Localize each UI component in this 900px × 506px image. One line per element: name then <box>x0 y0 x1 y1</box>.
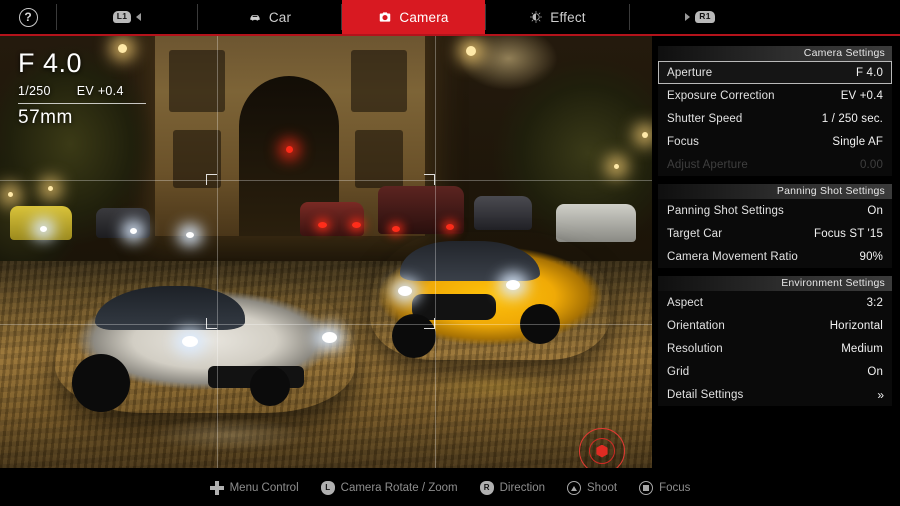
setting-row-camera-movement-ratio[interactable]: Camera Movement Ratio 90% <box>658 245 892 268</box>
hud-shutter-speed: 1/250 <box>18 84 51 98</box>
tab-car-label: Car <box>268 9 292 25</box>
af-bracket <box>424 318 435 329</box>
setting-value: On <box>867 365 883 378</box>
tab-effect[interactable]: Effect <box>486 0 629 34</box>
question-mark-circle-icon: ? <box>18 7 38 27</box>
setting-label: Target Car <box>667 227 723 240</box>
r1-bumper-label: R1 <box>695 11 715 23</box>
setting-label: Adjust Aperture <box>667 158 748 171</box>
af-bracket <box>206 174 217 185</box>
af-bracket <box>424 174 435 185</box>
hint-direction[interactable]: R Direction <box>479 481 545 495</box>
top-tab-bar: ? L1 Car Camera Effect R1 <box>0 0 900 34</box>
setting-value: 0.00 <box>860 158 883 171</box>
exposure-hud: F 4.0 1/250 EV +0.4 57mm <box>18 50 146 129</box>
camera-icon <box>380 12 391 22</box>
setting-row-orientation[interactable]: Orientation Horizontal <box>658 314 892 337</box>
shoot-button[interactable]: Shoot <box>571 428 633 468</box>
car-icon <box>250 15 260 21</box>
photo-mode-screen: ? L1 Car Camera Effect R1 F 4.0 1/250 EV… <box>0 0 900 506</box>
setting-value: F 4.0 <box>856 66 883 79</box>
triangle-button-icon <box>567 481 581 495</box>
hud-focal-length: 57mm <box>18 107 73 128</box>
setting-value: 3:2 <box>866 296 883 309</box>
setting-row-adjust-aperture: Adjust Aperture 0.00 <box>658 153 892 176</box>
panel-title: Environment Settings <box>658 276 892 291</box>
setting-row-target-car[interactable]: Target Car Focus ST '15 <box>658 222 892 245</box>
setting-label: Orientation <box>667 319 725 332</box>
hud-exposure-correction: EV +0.4 <box>76 84 124 98</box>
setting-row-resolution[interactable]: Resolution Medium <box>658 337 892 360</box>
setting-value: On <box>867 204 883 217</box>
hint-focus[interactable]: Focus <box>639 481 690 495</box>
panel-camera-settings: Camera Settings Aperture F 4.0 Exposure … <box>658 46 892 176</box>
aperture-shutter-icon <box>589 438 615 464</box>
prev-page-bumper[interactable]: L1 <box>57 0 197 34</box>
tab-effect-label: Effect <box>550 9 586 25</box>
dpad-icon <box>209 481 224 495</box>
panel-environment-settings: Environment Settings Aspect 3:2 Orientat… <box>658 276 892 406</box>
setting-label: Detail Settings <box>667 388 744 401</box>
setting-row-aspect[interactable]: Aspect 3:2 <box>658 291 892 314</box>
setting-value: Single AF <box>832 135 883 148</box>
grid-line-vertical <box>217 36 218 468</box>
chevron-double-right-icon: » <box>877 387 884 402</box>
setting-row-focus[interactable]: Focus Single AF <box>658 130 892 153</box>
hud-aperture: F 4.0 <box>18 48 83 78</box>
setting-row-shutter-speed[interactable]: Shutter Speed 1 / 250 sec. <box>658 107 892 130</box>
setting-label: Grid <box>667 365 690 378</box>
setting-row-panning-shot-settings[interactable]: Panning Shot Settings On <box>658 199 892 222</box>
setting-value: Focus ST '15 <box>814 227 883 240</box>
setting-row-exposure-correction[interactable]: Exposure Correction EV +0.4 <box>658 84 892 107</box>
setting-row-detail-settings[interactable]: Detail Settings » <box>658 383 892 406</box>
setting-label: Camera Movement Ratio <box>667 250 798 263</box>
hint-label: Focus <box>659 482 691 494</box>
setting-row-grid[interactable]: Grid On <box>658 360 892 383</box>
left-stick-icon: L <box>320 481 335 495</box>
hint-shoot[interactable]: Shoot <box>567 481 617 495</box>
setting-value: 90% <box>859 250 883 263</box>
right-triangle-icon <box>685 13 691 21</box>
l1-bumper-label: L1 <box>112 11 132 23</box>
hint-camera-rotate-zoom[interactable]: L Camera Rotate / Zoom <box>320 481 458 495</box>
settings-panels: Camera Settings Aperture F 4.0 Exposure … <box>658 46 892 414</box>
setting-label: Resolution <box>667 342 723 355</box>
panel-title: Panning Shot Settings <box>658 184 892 199</box>
right-stick-icon: R <box>479 481 494 495</box>
next-page-bumper[interactable]: R1 <box>630 0 770 34</box>
tab-car[interactable]: Car <box>198 0 341 34</box>
square-button-icon <box>639 481 654 495</box>
panel-title: Camera Settings <box>658 46 892 61</box>
setting-label: Exposure Correction <box>667 89 775 102</box>
grid-line-horizontal <box>0 180 652 181</box>
brightness-icon <box>530 11 543 23</box>
shutter-ring <box>579 428 625 468</box>
camera-viewfinder[interactable]: F 4.0 1/250 EV +0.4 57mm Shoot <box>0 36 652 468</box>
setting-row-aperture[interactable]: Aperture F 4.0 <box>658 61 892 84</box>
hint-menu-control[interactable]: Menu Control <box>209 481 299 495</box>
hint-label: Camera Rotate / Zoom <box>340 482 458 494</box>
setting-label: Focus <box>667 135 700 148</box>
setting-label: Panning Shot Settings <box>667 204 784 217</box>
setting-label: Aspect <box>667 296 704 309</box>
hud-divider <box>18 103 146 104</box>
setting-value: Medium <box>841 342 883 355</box>
setting-value: 1 / 250 sec. <box>821 112 883 125</box>
hint-label: Menu Control <box>229 482 299 494</box>
af-bracket <box>206 318 217 329</box>
panel-panning-shot-settings: Panning Shot Settings Panning Shot Setti… <box>658 184 892 268</box>
setting-value: EV +0.4 <box>840 89 883 102</box>
hint-label: Direction <box>499 482 545 494</box>
setting-value: Horizontal <box>829 319 883 332</box>
grid-line-horizontal <box>0 324 652 325</box>
button-hint-bar: Menu Control L Camera Rotate / Zoom R Di… <box>0 470 900 506</box>
hint-label: Shoot <box>587 482 618 494</box>
tab-camera[interactable]: Camera <box>342 0 485 34</box>
tab-camera-label: Camera <box>399 9 449 25</box>
grid-line-vertical <box>435 36 436 468</box>
left-triangle-icon <box>136 13 142 21</box>
setting-label: Shutter Speed <box>667 112 743 125</box>
help-button[interactable]: ? <box>0 0 56 34</box>
setting-label: Aperture <box>667 66 713 79</box>
